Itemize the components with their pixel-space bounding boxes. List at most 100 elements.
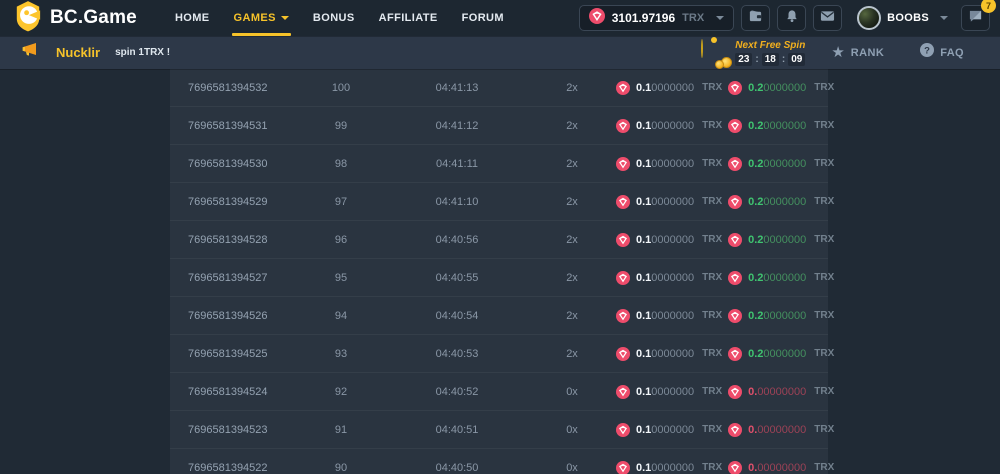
bet-row[interactable]: 7696581394523 91 04:40:51 0x 0.10000000 … bbox=[170, 411, 828, 449]
bet-currency: TRX bbox=[702, 120, 722, 131]
bet-amount: 0.10000000 TRX bbox=[602, 309, 722, 323]
bet-row[interactable]: 7696581394528 96 04:40:56 2x 0.10000000 … bbox=[170, 221, 828, 259]
trx-coin-icon bbox=[728, 81, 742, 95]
payout-currency: TRX bbox=[814, 462, 834, 473]
bet-multiplier: 0x bbox=[542, 424, 602, 436]
bet-payout: 0.00000000 TRX bbox=[722, 461, 834, 474]
payout-currency: TRX bbox=[814, 82, 834, 93]
free-spin-widget[interactable]: Next Free Spin 23 : 18 : 09 bbox=[701, 40, 805, 66]
rank-label: RANK bbox=[851, 47, 884, 59]
bet-round: 97 bbox=[310, 196, 372, 208]
bet-id: 7696581394522 bbox=[170, 462, 310, 474]
bet-row[interactable]: 7696581394524 92 04:40:52 0x 0.10000000 … bbox=[170, 373, 828, 411]
notifications-button[interactable] bbox=[777, 5, 806, 31]
bet-id: 7696581394526 bbox=[170, 310, 310, 322]
bet-payout: 0.20000000 TRX bbox=[722, 233, 834, 247]
bet-currency: TRX bbox=[702, 158, 722, 169]
nav-item-games[interactable]: GAMES bbox=[222, 0, 301, 36]
nav-item-home[interactable]: HOME bbox=[163, 0, 222, 36]
bet-amount: 0.10000000 TRX bbox=[602, 195, 722, 209]
nav-item-forum[interactable]: FORUM bbox=[450, 0, 516, 36]
bet-id: 7696581394524 bbox=[170, 386, 310, 398]
bet-multiplier: 2x bbox=[542, 120, 602, 132]
rank-link[interactable]: ★ RANK bbox=[831, 45, 884, 60]
bet-currency: TRX bbox=[702, 424, 722, 435]
faq-link[interactable]: ? FAQ bbox=[920, 43, 964, 62]
trx-coin-icon bbox=[616, 81, 630, 95]
free-spin-label: Next Free Spin bbox=[735, 40, 805, 51]
bet-payout: 0.00000000 TRX bbox=[722, 385, 834, 399]
bet-payout: 0.20000000 TRX bbox=[722, 81, 834, 95]
bet-currency: TRX bbox=[702, 82, 722, 93]
page-background: 7696581394532 100 04:41:13 2x 0.10000000… bbox=[0, 69, 1000, 474]
chevron-down-icon bbox=[716, 16, 724, 20]
bet-time: 04:40:50 bbox=[372, 462, 542, 474]
trx-coin-icon bbox=[728, 347, 742, 361]
trx-coin-icon bbox=[616, 233, 630, 247]
chevron-down-icon bbox=[940, 16, 948, 20]
bet-currency: TRX bbox=[702, 310, 722, 321]
balance-currency: TRX bbox=[682, 12, 704, 24]
bet-amount: 0.10000000 TRX bbox=[602, 423, 722, 437]
bet-time: 04:40:54 bbox=[372, 310, 542, 322]
bet-time: 04:41:12 bbox=[372, 120, 542, 132]
bet-time: 04:41:10 bbox=[372, 196, 542, 208]
bell-icon bbox=[785, 9, 799, 28]
trx-coin-icon bbox=[616, 385, 630, 399]
bet-row[interactable]: 7696581394531 99 04:41:12 2x 0.10000000 … bbox=[170, 107, 828, 145]
bet-amount: 0.10000000 TRX bbox=[602, 233, 722, 247]
bets-table: 7696581394532 100 04:41:13 2x 0.10000000… bbox=[170, 69, 828, 474]
messages-button[interactable] bbox=[813, 5, 842, 31]
user-menu[interactable]: BOOBS bbox=[857, 6, 948, 30]
bet-row[interactable]: 7696581394522 90 04:40:50 0x 0.10000000 … bbox=[170, 449, 828, 474]
trx-coin-icon bbox=[728, 233, 742, 247]
bet-row[interactable]: 7696581394525 93 04:40:53 2x 0.10000000 … bbox=[170, 335, 828, 373]
trx-coin-icon bbox=[616, 461, 630, 474]
announcement-bar: Nucklir spin 1TRX ! Next Free Spin 23 : … bbox=[0, 36, 1000, 69]
bet-row[interactable]: 7696581394532 100 04:41:13 2x 0.10000000… bbox=[170, 69, 828, 107]
trx-coin-icon bbox=[728, 423, 742, 437]
bet-round: 91 bbox=[310, 424, 372, 436]
bet-time: 04:41:13 bbox=[372, 82, 542, 94]
svg-text:?: ? bbox=[924, 45, 930, 56]
balance-selector[interactable]: 3101.97196 TRX bbox=[579, 5, 734, 31]
chat-button[interactable]: 7 bbox=[961, 5, 990, 31]
payout-currency: TRX bbox=[814, 348, 834, 359]
bet-amount: 0.10000000 TRX bbox=[602, 271, 722, 285]
trx-coin-icon bbox=[589, 8, 605, 29]
bet-currency: TRX bbox=[702, 462, 722, 473]
bet-id: 7696581394532 bbox=[170, 82, 310, 94]
payout-currency: TRX bbox=[814, 196, 834, 207]
payout-currency: TRX bbox=[814, 424, 834, 435]
bet-payout: 0.20000000 TRX bbox=[722, 195, 834, 209]
trx-coin-icon bbox=[616, 157, 630, 171]
bet-time: 04:40:53 bbox=[372, 348, 542, 360]
bet-round: 100 bbox=[310, 82, 372, 94]
announcement-link[interactable]: Nucklir spin 1TRX ! bbox=[20, 41, 170, 64]
bet-id: 7696581394531 bbox=[170, 120, 310, 132]
bet-amount: 0.10000000 TRX bbox=[602, 81, 722, 95]
wallet-button[interactable] bbox=[741, 5, 770, 31]
bet-row[interactable]: 7696581394530 98 04:41:11 2x 0.10000000 … bbox=[170, 145, 828, 183]
bet-id: 7696581394529 bbox=[170, 196, 310, 208]
bet-id: 7696581394523 bbox=[170, 424, 310, 436]
trx-coin-icon bbox=[616, 347, 630, 361]
bet-row[interactable]: 7696581394527 95 04:40:55 2x 0.10000000 … bbox=[170, 259, 828, 297]
countdown-minutes: 18 bbox=[762, 53, 779, 66]
nav-item-affiliate[interactable]: AFFILIATE bbox=[367, 0, 450, 36]
bet-multiplier: 2x bbox=[542, 348, 602, 360]
main-nav: HOME GAMES BONUS AFFILIATE FORUM bbox=[163, 0, 516, 36]
bet-row[interactable]: 7696581394526 94 04:40:54 2x 0.10000000 … bbox=[170, 297, 828, 335]
megaphone-icon bbox=[20, 41, 40, 64]
bet-payout: 0.20000000 TRX bbox=[722, 347, 834, 361]
bet-round: 99 bbox=[310, 120, 372, 132]
trx-coin-icon bbox=[728, 157, 742, 171]
bet-row[interactable]: 7696581394529 97 04:41:10 2x 0.10000000 … bbox=[170, 183, 828, 221]
nav-item-bonus[interactable]: BONUS bbox=[301, 0, 367, 36]
bet-multiplier: 2x bbox=[542, 272, 602, 284]
bcgame-logo[interactable]: BC.Game bbox=[14, 0, 137, 37]
bet-currency: TRX bbox=[702, 234, 722, 245]
trx-coin-icon bbox=[616, 195, 630, 209]
trx-coin-icon bbox=[616, 271, 630, 285]
brand-name: BC.Game bbox=[50, 7, 137, 29]
